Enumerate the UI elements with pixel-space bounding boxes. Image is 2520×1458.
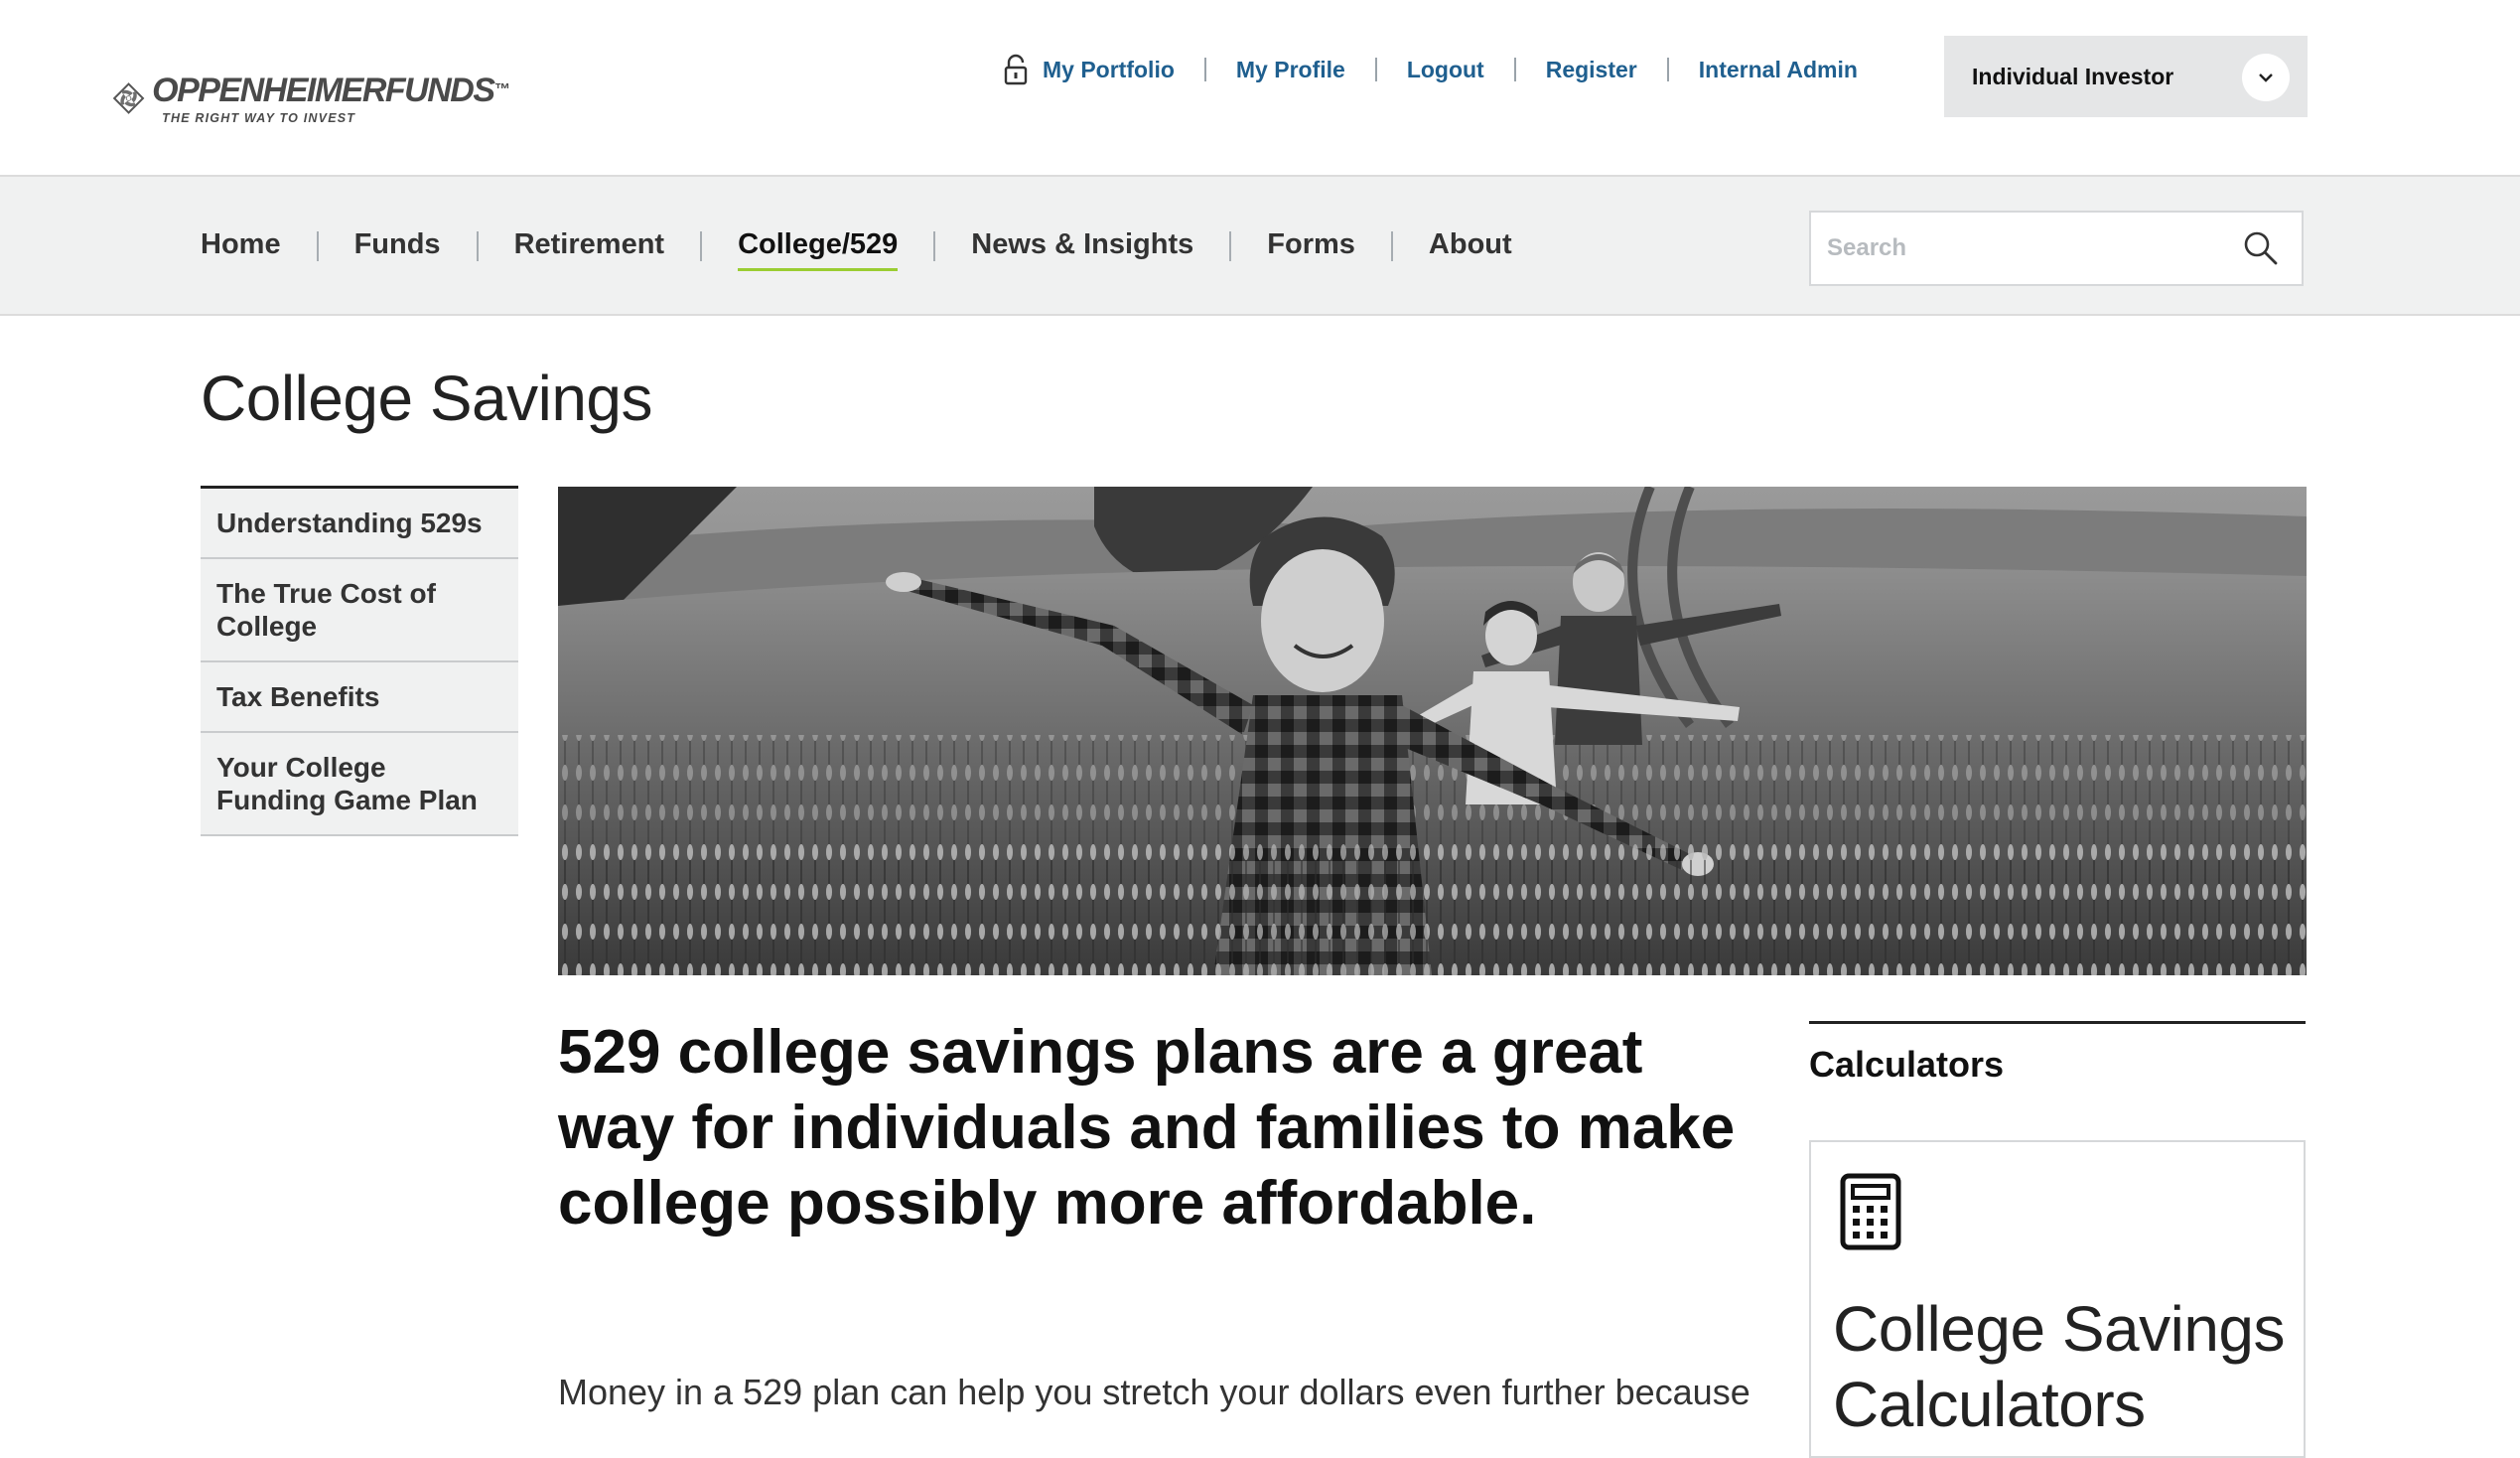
side-nav-label: Understanding 529s bbox=[216, 508, 483, 538]
nav-forms[interactable]: Forms bbox=[1267, 228, 1355, 265]
search-box bbox=[1809, 211, 2304, 286]
nav-home[interactable]: Home bbox=[201, 228, 281, 265]
calculator-icon bbox=[1840, 1173, 1901, 1250]
calculator-card-title: College Savings Calculators bbox=[1833, 1293, 2286, 1440]
brand-name: OPPENHEIMERFUNDS™ bbox=[152, 72, 509, 109]
hero-image bbox=[558, 487, 2307, 975]
side-nav-college-funding-game-plan[interactable]: Your College Funding Game Plan bbox=[201, 733, 518, 836]
oppenheimer-logo-icon bbox=[112, 82, 145, 114]
dropdown-toggle[interactable] bbox=[2242, 54, 2290, 101]
college-savings-calculators-card[interactable]: College Savings Calculators bbox=[1809, 1140, 2306, 1458]
divider bbox=[1666, 58, 1669, 81]
main-body-text: Money in a 529 plan can help you stretch… bbox=[558, 1372, 1750, 1412]
nav-funds[interactable]: Funds bbox=[354, 228, 441, 265]
chevron-down-icon bbox=[2259, 73, 2273, 82]
search-icon[interactable] bbox=[2242, 229, 2280, 267]
my-profile-link[interactable]: My Profile bbox=[1236, 57, 1345, 83]
main-nav: Home Funds Retirement College/529 News &… bbox=[0, 177, 2520, 316]
utility-nav: My Portfolio My Profile Logout Register … bbox=[1003, 50, 1858, 89]
divider bbox=[1229, 231, 1232, 261]
investor-type-select[interactable]: Individual Investor bbox=[1944, 36, 2308, 117]
nav-news-insights[interactable]: News & Insights bbox=[971, 228, 1193, 265]
divider bbox=[1374, 58, 1377, 81]
side-nav-tax-benefits[interactable]: Tax Benefits bbox=[201, 662, 518, 733]
nav-retirement[interactable]: Retirement bbox=[514, 228, 665, 265]
divider bbox=[1390, 231, 1393, 261]
lock-icon bbox=[1004, 54, 1028, 85]
logout-link[interactable]: Logout bbox=[1407, 57, 1484, 83]
side-nav-label: Tax Benefits bbox=[216, 681, 380, 712]
brand-tagline: THE RIGHT WAY TO INVEST bbox=[162, 111, 356, 125]
divider bbox=[316, 231, 319, 261]
main-nav-items: Home Funds Retirement College/529 News &… bbox=[201, 224, 1512, 271]
divider bbox=[933, 231, 936, 261]
register-link[interactable]: Register bbox=[1546, 57, 1637, 83]
side-nav-label: Your College Funding Game Plan bbox=[216, 752, 478, 815]
investor-type-value: Individual Investor bbox=[1972, 63, 2174, 89]
my-portfolio-link[interactable]: My Portfolio bbox=[1003, 54, 1175, 85]
nav-about[interactable]: About bbox=[1429, 228, 1512, 265]
side-nav-understanding-529s[interactable]: Understanding 529s bbox=[201, 489, 518, 559]
divider bbox=[1203, 58, 1206, 81]
search-input[interactable] bbox=[1811, 213, 2228, 284]
page-title: College Savings bbox=[201, 363, 653, 434]
my-portfolio-label: My Portfolio bbox=[1043, 56, 1175, 82]
main-headline: 529 college savings plans are a great wa… bbox=[558, 1018, 1736, 1238]
top-header: OPPENHEIMERFUNDS™ THE RIGHT WAY TO INVES… bbox=[0, 0, 2520, 177]
side-nav-label: The True Cost of College bbox=[216, 578, 436, 642]
children-in-wheat-field-image bbox=[558, 487, 2307, 975]
nav-college-529[interactable]: College/529 bbox=[738, 228, 899, 271]
side-nav-true-cost-of-college[interactable]: The True Cost of College bbox=[201, 559, 518, 662]
brand-logo[interactable]: OPPENHEIMERFUNDS™ THE RIGHT WAY TO INVES… bbox=[111, 54, 509, 143]
internal-admin-link[interactable]: Internal Admin bbox=[1699, 57, 1858, 83]
divider bbox=[700, 231, 703, 261]
calculators-heading: Calculators bbox=[1809, 1021, 2306, 1086]
divider bbox=[1513, 58, 1516, 81]
divider bbox=[476, 231, 479, 261]
side-nav: Understanding 529s The True Cost of Coll… bbox=[201, 486, 518, 836]
